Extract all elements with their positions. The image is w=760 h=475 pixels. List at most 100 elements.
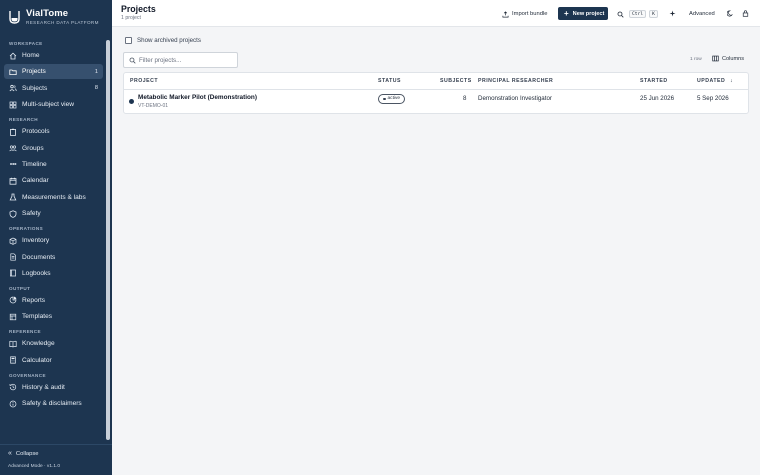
collapse-button[interactable]: « Collapse: [8, 450, 38, 457]
sidebar-item-label: Calendar: [22, 177, 49, 185]
updated-date-cell: 5 Sep 2026: [697, 95, 729, 102]
section-governance: GOVERNANCE: [9, 372, 46, 378]
principal-researcher-cell: Demonstration Investigator: [478, 95, 552, 102]
sidebar-item-safety[interactable]: Safety: [4, 206, 103, 221]
new-project-button[interactable]: + New project: [558, 7, 608, 20]
sparkle-button[interactable]: [667, 8, 677, 18]
upload-icon: [502, 10, 509, 17]
box-icon: [9, 237, 17, 245]
row-indicator-dot: [129, 99, 134, 104]
command-search-button[interactable]: Ctrl K: [617, 8, 658, 20]
sidebar-item-protocols[interactable]: Protocols: [4, 124, 103, 139]
projects-table: PROJECT STATUS SUBJECTS PRINCIPAL RESEAR…: [123, 72, 749, 114]
sidebar-item-label: Protocols: [22, 128, 50, 136]
sort-arrow-icon: ↓: [730, 78, 734, 84]
lock-button[interactable]: [740, 8, 750, 18]
column-header-status[interactable]: STATUS: [378, 78, 401, 84]
theme-toggle-button[interactable]: [725, 8, 735, 18]
brand-name: VialTome: [26, 8, 69, 19]
sidebar-item-calendar[interactable]: Calendar: [4, 173, 103, 188]
columns-button[interactable]: Columns: [712, 55, 744, 62]
column-header-project[interactable]: PROJECT: [130, 78, 158, 84]
advanced-mode-button[interactable]: Advanced: [689, 8, 715, 20]
table-row[interactable]: Metabolic Marker Pilot (Demonstration) V…: [124, 90, 748, 114]
shield-icon: [9, 209, 17, 218]
lock-icon: [742, 9, 748, 17]
show-archived-checkbox[interactable]: [125, 37, 132, 44]
started-date-cell: 25 Jun 2026: [640, 95, 675, 102]
folder-icon: [9, 69, 17, 75]
double-chevron-left-icon: «: [8, 450, 12, 457]
import-bundle-button[interactable]: Import bundle: [502, 8, 547, 20]
column-header-principal-researcher[interactable]: PRINCIPAL RESEARCHER: [478, 78, 553, 84]
sidebar-item-templates[interactable]: Templates: [4, 309, 103, 324]
sidebar-item-projects[interactable]: Projects 1: [4, 64, 103, 80]
sidebar-item-label: Documents: [22, 253, 56, 261]
columns-label: Columns: [722, 55, 745, 62]
sidebar-item-label: Multi-subject view: [22, 101, 75, 109]
projects-count: 1: [94, 68, 98, 75]
sidebar-item-reports[interactable]: Reports: [4, 293, 103, 308]
sidebar-item-label: Timeline: [22, 160, 47, 168]
calculator-icon: [10, 356, 16, 364]
sidebar-item-label: Safety & disclaimers: [22, 400, 82, 408]
section-reference: REFERENCE: [9, 329, 41, 335]
sidebar-item-groups[interactable]: Groups: [4, 141, 103, 156]
status-badge: active: [378, 94, 406, 104]
sidebar-item-measurements-labs[interactable]: Measurements & labs: [4, 190, 103, 205]
template-icon: [9, 313, 17, 320]
clipboard-icon: [10, 128, 16, 136]
sidebar-item-documents[interactable]: Documents: [4, 250, 103, 265]
show-archived-label: Show archived projects: [137, 37, 201, 44]
filter-projects-field[interactable]: [123, 52, 238, 68]
top-header: Projects 1 project Import bundle + New p…: [112, 0, 760, 27]
sidebar-item-label: Reports: [22, 296, 46, 304]
section-output: OUTPUT: [9, 285, 31, 291]
sidebar-item-label: Inventory: [22, 237, 50, 245]
plus-icon: +: [564, 8, 569, 18]
moon-icon: [726, 10, 733, 16]
sidebar-item-label: Calculator: [22, 356, 52, 364]
grid-icon: [9, 101, 17, 109]
sidebar-item-multi-subject-view[interactable]: Multi-subject view: [4, 97, 103, 112]
advanced-label: Advanced: [689, 11, 715, 17]
sidebar-item-label: Measurements & labs: [22, 193, 86, 201]
shortcut-k-key: K: [649, 10, 658, 18]
calendar-icon: [9, 177, 17, 185]
show-archived-toggle[interactable]: Show archived projects: [125, 37, 201, 44]
sidebar-item-knowledge[interactable]: Knowledge: [4, 336, 103, 351]
project-code: VT-DEMO-01: [138, 103, 169, 109]
knowledge-icon: [9, 340, 17, 348]
sidebar-item-subjects[interactable]: Subjects 8: [4, 81, 103, 96]
vial-logo-icon: [9, 10, 20, 24]
column-header-updated[interactable]: UPDATED ↓: [697, 78, 733, 84]
project-name[interactable]: Metabolic Marker Pilot (Demonstration): [138, 94, 257, 101]
page-subtitle: 1 project: [121, 15, 141, 21]
sidebar-scrollbar[interactable]: [106, 40, 110, 440]
group-icon: [9, 145, 17, 152]
section-operations: OPERATIONS: [9, 226, 44, 232]
sidebar-item-calculator[interactable]: Calculator: [4, 353, 103, 368]
new-project-label: New project: [572, 10, 605, 17]
filter-projects-input[interactable]: [139, 56, 234, 64]
sidebar-item-history-audit[interactable]: History & audit: [4, 380, 103, 395]
column-header-subjects[interactable]: SUBJECTS: [440, 78, 472, 84]
section-research: RESEARCH: [9, 117, 38, 123]
sidebar-nav: WORKSPACE Home Projects 1 Subjects 8 Mul…: [0, 40, 106, 412]
sidebar-item-safety-disclaimers[interactable]: Safety & disclaimers: [4, 396, 103, 411]
status-dot-icon: [383, 97, 386, 101]
column-header-updated-label: UPDATED: [697, 78, 726, 84]
brand[interactable]: VialTome RESEARCH DATA PLATFORM: [8, 8, 99, 25]
column-header-started[interactable]: STARTED: [640, 78, 668, 84]
sidebar-item-label: Templates: [22, 313, 53, 321]
sidebar-item-home[interactable]: Home: [4, 48, 103, 63]
section-workspace: WORKSPACE: [9, 41, 43, 46]
sidebar-item-logbooks[interactable]: Logbooks: [4, 266, 103, 281]
info-icon: [9, 400, 17, 407]
sidebar-item-label: Home: [22, 52, 40, 59]
flask-icon: [9, 193, 17, 201]
sidebar-item-timeline[interactable]: Timeline: [4, 157, 103, 172]
home-icon: [9, 52, 17, 59]
sidebar-item-label: Logbooks: [22, 269, 51, 277]
sidebar-item-inventory[interactable]: Inventory: [4, 233, 103, 248]
